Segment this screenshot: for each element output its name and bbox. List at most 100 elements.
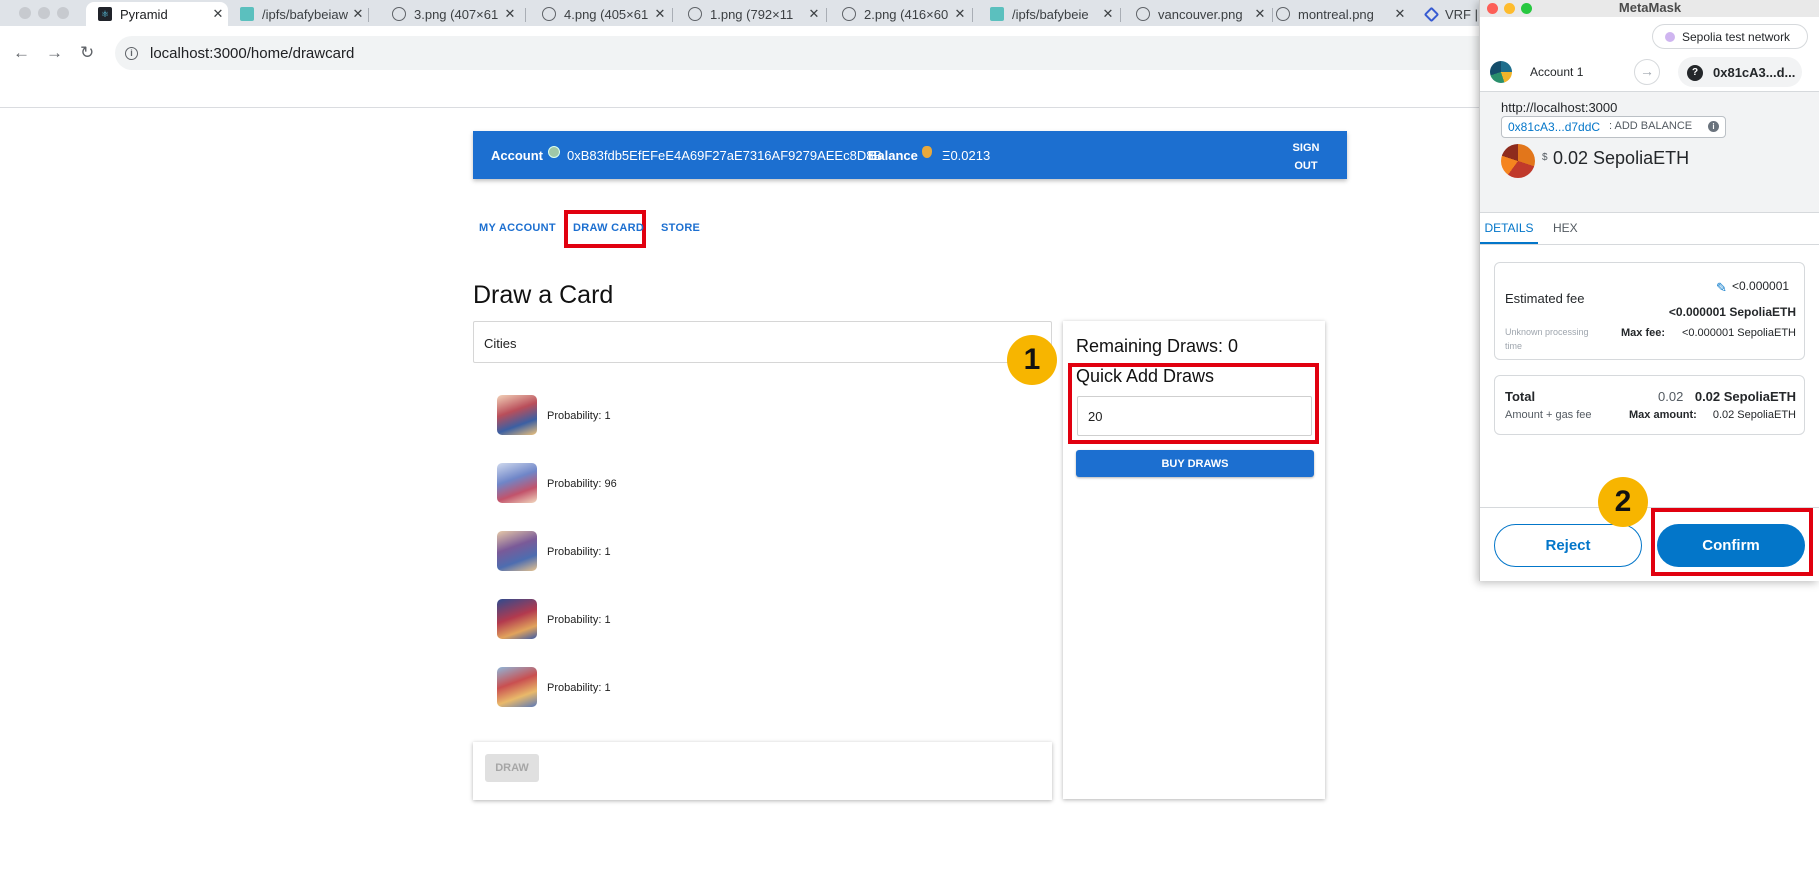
draw-panel: DRAW [473,742,1052,800]
estimated-fee-small: <0.000001 [1732,279,1790,293]
browser-tab[interactable]: /ipfs/bafybeie ✕ [978,2,1118,26]
tab-title: 1.png (792×11 [710,6,794,22]
card-probability: Probability: 96 [547,478,617,490]
globe-icon [842,7,856,21]
origin-section: http://localhost:3000 0x81cA3...d7ddC : … [1480,92,1819,213]
window-close-button[interactable] [19,7,31,19]
account-label: Account [491,148,543,163]
tab-separator [672,8,673,22]
back-arrow-icon[interactable]: ← [13,43,30,63]
forward-arrow-icon[interactable]: → [46,43,63,63]
max-fee-value: <0.000001 SepoliaETH [1681,327,1796,339]
tab-close-icon[interactable]: ✕ [804,6,824,22]
tab-details[interactable]: DETAILS [1480,213,1538,244]
tab-separator [368,8,369,22]
ipfs-cube-icon [240,7,254,21]
quick-add-draws-input[interactable] [1077,396,1312,436]
question-icon: ? [1687,65,1703,81]
tab-title: 3.png (407×61 [414,6,499,22]
mm-zoom-button[interactable] [1521,3,1532,14]
reload-icon[interactable]: ↻ [80,43,94,63]
tab-title: 4.png (405×61 [564,6,649,22]
amount-prefix: $ [1542,152,1548,163]
mm-minimize-button[interactable] [1504,3,1515,14]
site-info-icon[interactable]: i [125,46,138,60]
total-label: Total [1505,389,1536,404]
step-badge-2: 2 [1598,477,1648,527]
card-thumbnail [497,667,537,707]
tab-separator [525,8,526,22]
total-value: 0.02 SepoliaETH [1694,389,1796,404]
browser-tab[interactable]: VRF | [1414,2,1478,26]
collection-value: Cities [484,336,517,351]
buy-draws-button[interactable]: BUY DRAWS [1076,450,1314,477]
contract-method: : ADD BALANCE [1609,120,1693,132]
window-zoom-button[interactable] [57,7,69,19]
nav-store[interactable]: STORE [661,222,700,234]
address-bar[interactable]: i localhost:3000/home/drawcard [115,36,1495,70]
balance-label: Balance [868,148,918,163]
highlight-confirm [1651,508,1813,576]
account-avatar [1490,61,1512,83]
details-tabs: DETAILS HEX [1480,213,1819,245]
money-bag-icon [922,146,932,158]
browser-tab[interactable]: montreal.png ✕ [1264,2,1410,26]
step-badge-1: 1 [1007,335,1057,385]
nav-draw-card[interactable]: DRAW CARD [573,222,644,234]
tab-hex[interactable]: HEX [1553,213,1578,244]
network-dot-icon [1665,31,1675,42]
balance-value: Ξ0.0213 [942,148,991,163]
window-minimize-button[interactable] [38,7,50,19]
tab-close-icon[interactable]: ✕ [208,6,228,22]
tab-close-icon[interactable]: ✕ [1098,6,1118,22]
reject-button[interactable]: Reject [1494,524,1642,567]
tab-close-icon[interactable]: ✕ [500,6,520,22]
browser-tab[interactable]: vancouver.png ✕ [1124,2,1270,26]
quick-add-label: Quick Add Draws [1076,366,1215,386]
app-header-bar: Account 0xB83fdb5EfEFeE4A69F27aE7316AF92… [473,131,1347,179]
tab-separator [826,8,827,22]
browser-tab[interactable]: 3.png (407×61 ✕ [380,2,520,26]
browser-tab[interactable]: /ipfs/bafybeiaw ✕ [228,2,368,26]
sign-out-button[interactable]: SIGN OUT [1286,139,1326,175]
tab-close-icon[interactable]: ✕ [1390,6,1410,22]
info-icon[interactable]: i [1708,121,1719,132]
draw-button[interactable]: DRAW [485,754,539,782]
tab-title: /ipfs/bafybeiaw [262,6,348,22]
max-fee-label: Max fee: [1621,327,1666,339]
nav-my-account[interactable]: MY ACCOUNT [479,222,556,234]
globe-icon [542,7,556,21]
browser-tab[interactable]: 2.png (416×60 ✕ [830,2,970,26]
max-amount-value: 0.02 SepoliaETH [1712,409,1796,421]
tab-title: /ipfs/bafybeie [1012,6,1089,22]
edit-pencil-icon[interactable]: ✎ [1716,280,1727,296]
browser-tab[interactable]: 4.png (405×61 ✕ [530,2,670,26]
ipfs-cube-icon [990,7,1004,21]
account-address: 0xB83fdb5EfEFeE4A69F27aE7316AF9279AEEc8D… [567,148,883,163]
tab-separator [1120,8,1121,22]
contract-address[interactable]: 0x81cA3...d7ddC [1508,120,1600,134]
tab-title: 2.png (416×60 [864,6,949,22]
collection-select[interactable]: Cities [473,321,1052,363]
tab-close-icon[interactable]: ✕ [650,6,670,22]
globe-icon [1136,7,1150,21]
card-thumbnail [497,463,537,503]
card-probability: Probability: 1 [547,682,611,694]
browser-tab[interactable]: 1.png (792×11 ✕ [676,2,824,26]
total-card: Total 0.02 0.02 SepoliaETH Amount + gas … [1494,375,1805,435]
react-icon: ⚛ [98,7,112,21]
card-thumbnail [497,599,537,639]
token-icon [1501,144,1535,178]
tab-close-icon[interactable]: ✕ [950,6,970,22]
network-selector[interactable]: Sepolia test network [1652,24,1808,49]
card-thumbnail [497,531,537,571]
processing-time: Unknown processing time [1505,327,1589,351]
mm-close-button[interactable] [1487,3,1498,14]
tab-title: Pyramid [120,6,168,22]
estimated-fee-value: <0.000001 SepoliaETH [1668,305,1796,319]
wallet-avatar-icon [548,146,560,158]
remaining-draws: Remaining Draws: 0 [1076,336,1239,356]
tab-close-icon[interactable]: ✕ [348,6,368,22]
browser-tab-pyramid[interactable]: ⚛ Pyramid ✕ [86,2,228,26]
arrow-right-icon: → [1634,59,1660,85]
